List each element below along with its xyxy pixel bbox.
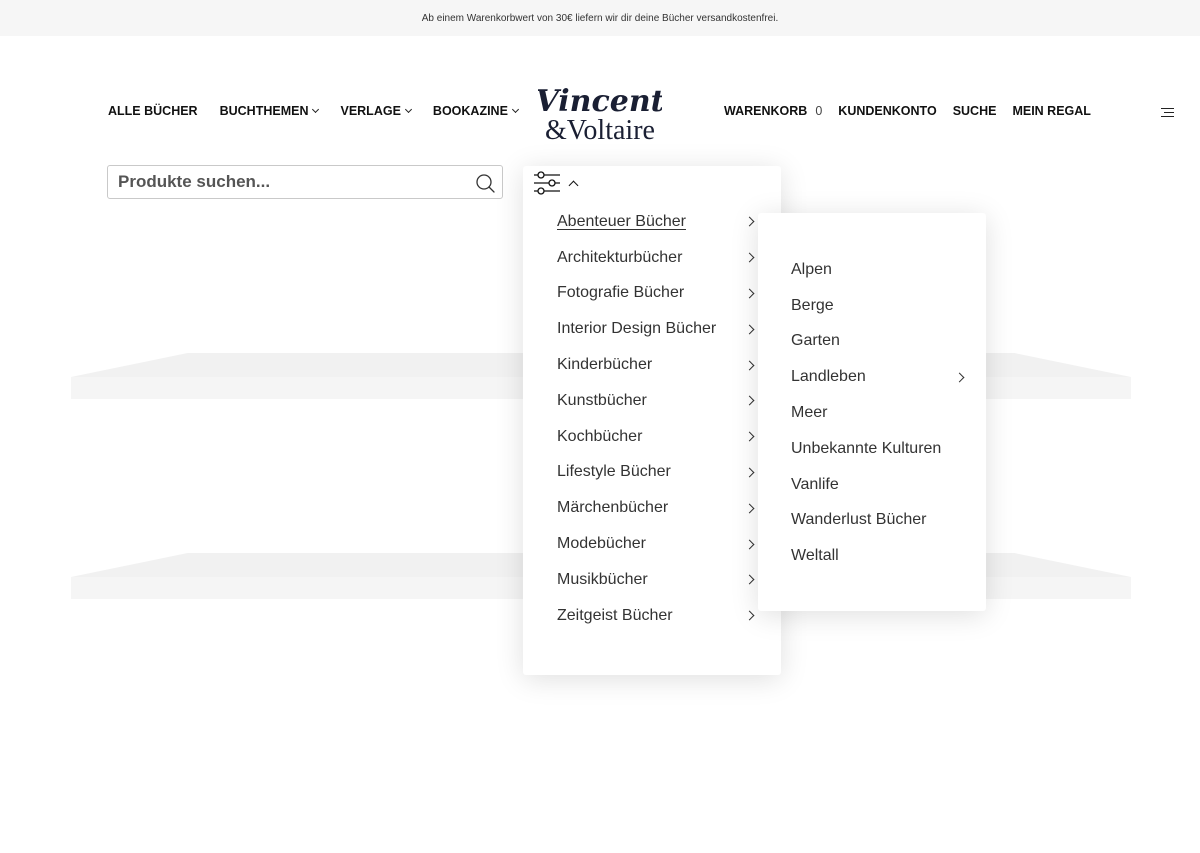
category-menu: Abenteuer Bücher Architekturbücher Fotog…	[523, 166, 781, 675]
chevron-right-icon	[744, 503, 755, 514]
account-link[interactable]: KUNDENKONTO	[838, 104, 936, 118]
category-label: Modebücher	[557, 535, 646, 553]
subcategory-label: Garten	[791, 332, 840, 350]
category-label: Kinderbücher	[557, 356, 653, 374]
subcategory-label: Meer	[791, 404, 828, 422]
logo-mark: Vincent &Voltaire	[536, 84, 665, 146]
nav-publishers-label: VERLAGE	[340, 104, 401, 118]
nav-book-topics[interactable]: BUCHTHEMEN	[219, 104, 320, 118]
nav-bookazine[interactable]: BOOKAZINE	[432, 104, 519, 118]
announcement-bar: Ab einem Warenkorbwert von 30€ liefern w…	[0, 0, 1200, 36]
my-shelf-link[interactable]: MEIN REGAL	[1012, 104, 1090, 118]
subcategory-item[interactable]: Garten	[791, 324, 967, 360]
main-nav: ALLE BÜCHER BUCHTHEMEN VERLAGE BOOKAZINE	[108, 104, 540, 118]
hamburger-menu-icon[interactable]	[1161, 108, 1174, 117]
chevron-right-icon	[744, 539, 755, 550]
nav-all-books[interactable]: ALLE BÜCHER	[108, 104, 198, 118]
chevron-right-icon	[744, 216, 755, 227]
chevron-right-icon	[744, 610, 755, 621]
nav-bookazine-label: BOOKAZINE	[432, 104, 508, 118]
chevron-right-icon	[744, 467, 755, 478]
category-list: Abenteuer Bücher Architekturbücher Fotog…	[557, 204, 757, 634]
subcategory-item[interactable]: Landleben	[791, 359, 967, 395]
nav-book-topics-label: BUCHTHEMEN	[219, 104, 309, 118]
chevron-right-icon	[744, 360, 755, 371]
subcategory-item[interactable]: Meer	[791, 395, 967, 431]
subcategory-item[interactable]: Berge	[791, 288, 967, 324]
subcategory-item[interactable]: Weltall	[791, 538, 967, 574]
account-label: KUNDENKONTO	[838, 104, 937, 118]
category-item[interactable]: Abenteuer Bücher	[557, 204, 757, 240]
chevron-right-icon	[744, 431, 755, 442]
category-label: Märchenbücher	[557, 499, 669, 517]
filter-sliders-icon	[534, 171, 560, 195]
category-label: Musikbücher	[557, 570, 648, 588]
subcategory-list: Alpen Berge Garten Landleben Meer Unbeka…	[791, 252, 967, 574]
chevron-right-icon	[744, 324, 755, 335]
nav-all-books-label: ALLE BÜCHER	[108, 104, 198, 118]
search-input[interactable]	[118, 166, 468, 198]
subcategory-label: Alpen	[791, 260, 832, 278]
subcategory-label: Berge	[791, 296, 834, 314]
category-item[interactable]: Kunstbücher	[557, 383, 757, 419]
chevron-up-icon	[568, 180, 579, 190]
cart-label: WARENKORB	[724, 104, 808, 118]
subcategory-label: Wanderlust Bücher	[791, 511, 927, 529]
category-item[interactable]: Märchenbücher	[557, 490, 757, 526]
subcategory-label: Unbekannte Kulturen	[791, 439, 942, 457]
category-item[interactable]: Kochbücher	[557, 419, 757, 455]
product-search	[107, 165, 503, 199]
search-label: SUCHE	[952, 104, 997, 118]
subcategory-item[interactable]: Vanlife	[791, 467, 967, 503]
chevron-down-icon	[312, 105, 320, 114]
category-label: Kunstbücher	[557, 391, 647, 409]
subcategory-label: Weltall	[791, 547, 839, 565]
utility-nav: WARENKORB 0 KUNDENKONTO SUCHE MEIN REGAL	[724, 104, 1107, 118]
category-item[interactable]: Architekturbücher	[557, 240, 757, 276]
cart-link[interactable]: WARENKORB 0	[724, 104, 822, 118]
category-label: Fotografie Bücher	[557, 284, 685, 302]
category-item[interactable]: Fotografie Bücher	[557, 276, 757, 312]
subcategory-item[interactable]: Unbekannte Kulturen	[791, 431, 967, 467]
category-label: Architekturbücher	[557, 248, 683, 266]
category-label: Lifestyle Bücher	[557, 463, 671, 481]
nav-publishers[interactable]: VERLAGE	[340, 104, 412, 118]
category-item[interactable]: Interior Design Bücher	[557, 311, 757, 347]
category-item[interactable]: Lifestyle Bücher	[557, 455, 757, 491]
category-label: Abenteuer Bücher	[557, 212, 686, 230]
category-item[interactable]: Zeitgeist Bücher	[557, 598, 757, 634]
chevron-right-icon	[744, 288, 755, 299]
chevron-right-icon	[744, 395, 755, 406]
subcategory-label: Landleben	[791, 368, 866, 386]
cart-count: 0	[815, 104, 823, 118]
category-label: Interior Design Bücher	[557, 320, 717, 338]
subcategory-menu: Alpen Berge Garten Landleben Meer Unbeka…	[758, 213, 986, 611]
chevron-down-icon	[404, 105, 412, 114]
chevron-right-icon	[954, 372, 965, 383]
category-item[interactable]: Kinderbücher	[557, 347, 757, 383]
logo[interactable]: Vincent &Voltaire	[536, 80, 665, 146]
announcement-text: Ab einem Warenkorbwert von 30€ liefern w…	[421, 12, 779, 24]
my-shelf-label: MEIN REGAL	[1012, 104, 1091, 118]
chevron-right-icon	[744, 574, 755, 585]
subcategory-item[interactable]: Alpen	[791, 252, 967, 288]
filter-toggle[interactable]	[533, 170, 579, 196]
chevron-right-icon	[744, 252, 755, 263]
subcategory-label: Vanlife	[791, 475, 839, 493]
category-label: Zeitgeist Bücher	[557, 606, 673, 624]
search-link[interactable]: SUCHE	[953, 104, 997, 118]
subcategory-item[interactable]: Wanderlust Bücher	[791, 503, 967, 539]
category-item[interactable]: Musikbücher	[557, 562, 757, 598]
chevron-down-icon	[511, 105, 519, 114]
category-item[interactable]: Modebücher	[557, 526, 757, 562]
search-icon[interactable]	[474, 172, 496, 194]
category-label: Kochbücher	[557, 427, 643, 445]
logo-line2: &Voltaire	[545, 115, 655, 144]
logo-line1: Vincent	[538, 84, 662, 119]
